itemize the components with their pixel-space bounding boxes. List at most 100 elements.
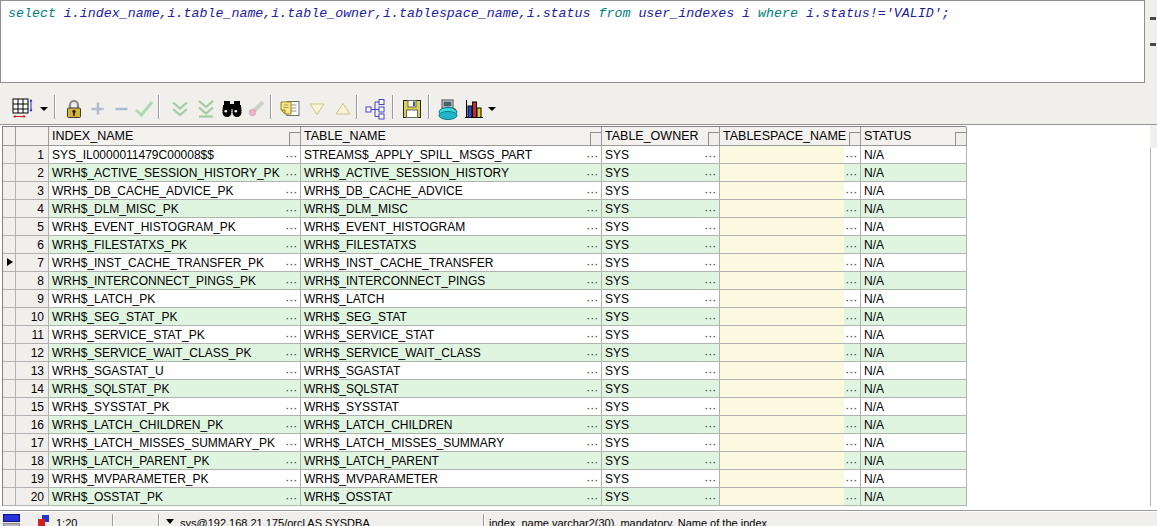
cell-ellipsis-button[interactable]: ··· bbox=[286, 473, 298, 488]
sort-ascending-icon[interactable] bbox=[331, 97, 355, 121]
cell-table-owner[interactable]: SYS··· bbox=[602, 200, 720, 218]
cell-ellipsis-button[interactable]: ··· bbox=[286, 239, 298, 254]
cell-table-owner[interactable]: SYS··· bbox=[602, 164, 720, 182]
cell-table-owner[interactable]: SYS··· bbox=[602, 182, 720, 200]
cell-tablespace-name[interactable]: ··· bbox=[720, 164, 861, 182]
cell-ellipsis-button[interactable]: ··· bbox=[587, 419, 599, 434]
cell-ellipsis-button[interactable]: ··· bbox=[286, 203, 298, 218]
cell-tablespace-name[interactable]: ··· bbox=[720, 362, 861, 380]
cell-table-name[interactable]: WRH$_LATCH_MISSES_SUMMARY··· bbox=[301, 434, 602, 452]
cell-status[interactable]: N/A bbox=[861, 236, 967, 254]
sort-button[interactable] bbox=[955, 132, 966, 145]
cell-index-name[interactable]: WRH$_SQLSTAT_PK··· bbox=[49, 380, 301, 398]
cell-ellipsis-button[interactable]: ··· bbox=[705, 329, 717, 344]
cell-index-name[interactable]: WRH$_SYSSTAT_PK··· bbox=[49, 398, 301, 416]
cell-table-name[interactable]: WRH$_LATCH_CHILDREN··· bbox=[301, 416, 602, 434]
cell-table-name[interactable]: WRH$_LATCH··· bbox=[301, 290, 602, 308]
cell-index-name[interactable]: WRH$_SERVICE_WAIT_CLASS_PK··· bbox=[49, 344, 301, 362]
cell-ellipsis-button[interactable]: ··· bbox=[286, 347, 298, 362]
cell-index-name[interactable]: WRH$_OSSTAT_PK··· bbox=[49, 488, 301, 506]
cell-index-name[interactable]: SYS_IL0000011479C00008$$··· bbox=[49, 146, 301, 164]
cell-ellipsis-button[interactable]: ··· bbox=[587, 365, 599, 380]
table-row[interactable]: 20WRH$_OSSTAT_PK···WRH$_OSSTAT···SYS····… bbox=[3, 488, 966, 506]
table-row[interactable]: 4WRH$_DLM_MISC_PK···WRH$_DLM_MISC···SYS·… bbox=[3, 200, 966, 218]
cell-ellipsis-button[interactable]: ··· bbox=[705, 365, 717, 380]
cell-ellipsis-button[interactable]: ··· bbox=[705, 473, 717, 488]
cell-ellipsis-button[interactable]: ··· bbox=[705, 437, 717, 452]
cell-ellipsis-button[interactable]: ··· bbox=[846, 311, 858, 326]
cell-status[interactable]: N/A bbox=[861, 164, 967, 182]
table-row[interactable]: 14WRH$_SQLSTAT_PK···WRH$_SQLSTAT···SYS··… bbox=[3, 380, 966, 398]
cell-index-name[interactable]: WRH$_SEG_STAT_PK··· bbox=[49, 308, 301, 326]
cell-ellipsis-button[interactable]: ··· bbox=[705, 221, 717, 236]
cell-ellipsis-button[interactable]: ··· bbox=[705, 203, 717, 218]
cell-tablespace-name[interactable]: ··· bbox=[720, 218, 861, 236]
cell-tablespace-name[interactable]: ··· bbox=[720, 416, 861, 434]
cell-index-name[interactable]: WRH$_DLM_MISC_PK··· bbox=[49, 200, 301, 218]
cell-table-name[interactable]: WRH$_ACTIVE_SESSION_HISTORY··· bbox=[301, 164, 602, 182]
cell-ellipsis-button[interactable]: ··· bbox=[286, 491, 298, 506]
cell-ellipsis-button[interactable]: ··· bbox=[705, 347, 717, 362]
column-header-status[interactable]: STATUS bbox=[861, 127, 967, 146]
highlight-icon[interactable] bbox=[244, 97, 268, 121]
cell-tablespace-name[interactable]: ··· bbox=[720, 488, 861, 506]
cell-index-name[interactable]: WRH$_EVENT_HISTOGRAM_PK··· bbox=[49, 218, 301, 236]
cell-tablespace-name[interactable]: ··· bbox=[720, 344, 861, 362]
cell-status[interactable]: N/A bbox=[861, 290, 967, 308]
cell-ellipsis-button[interactable]: ··· bbox=[705, 257, 717, 272]
cell-ellipsis-button[interactable]: ··· bbox=[286, 185, 298, 200]
cell-index-name[interactable]: WRH$_LATCH_PARENT_PK··· bbox=[49, 452, 301, 470]
cell-status[interactable]: N/A bbox=[861, 272, 967, 290]
grid-mode-dropdown-icon[interactable] bbox=[40, 107, 49, 112]
cell-table-name[interactable]: WRH$_OSSTAT··· bbox=[301, 488, 602, 506]
cell-ellipsis-button[interactable]: ··· bbox=[286, 455, 298, 470]
cell-ellipsis-button[interactable]: ··· bbox=[705, 383, 717, 398]
cell-status[interactable]: N/A bbox=[861, 416, 967, 434]
cell-tablespace-name[interactable]: ··· bbox=[720, 254, 861, 272]
cell-table-name[interactable]: WRH$_LATCH_PARENT··· bbox=[301, 452, 602, 470]
sort-button[interactable] bbox=[708, 132, 719, 145]
cell-status[interactable]: N/A bbox=[861, 488, 967, 506]
cell-table-owner[interactable]: SYS··· bbox=[602, 218, 720, 236]
cell-index-name[interactable]: WRH$_LATCH_MISSES_SUMMARY_PK··· bbox=[49, 434, 301, 452]
cell-ellipsis-button[interactable]: ··· bbox=[286, 311, 298, 326]
cell-ellipsis-button[interactable]: ··· bbox=[846, 365, 858, 380]
table-row[interactable]: 3WRH$_DB_CACHE_ADVICE_PK···WRH$_DB_CACHE… bbox=[3, 182, 966, 200]
cell-tablespace-name[interactable]: ··· bbox=[720, 182, 861, 200]
cell-table-owner[interactable]: SYS··· bbox=[602, 488, 720, 506]
cell-ellipsis-button[interactable]: ··· bbox=[846, 275, 858, 290]
table-row[interactable]: 7WRH$_INST_CACHE_TRANSFER_PK···WRH$_INST… bbox=[3, 254, 966, 272]
chart-icon[interactable] bbox=[462, 97, 486, 121]
cell-status[interactable]: N/A bbox=[861, 380, 967, 398]
cell-tablespace-name[interactable]: ··· bbox=[720, 290, 861, 308]
cell-status[interactable]: N/A bbox=[861, 398, 967, 416]
sort-button[interactable] bbox=[849, 132, 860, 145]
cell-table-name[interactable]: WRH$_DLM_MISC··· bbox=[301, 200, 602, 218]
cell-table-owner[interactable]: SYS··· bbox=[602, 326, 720, 344]
cell-ellipsis-button[interactable]: ··· bbox=[705, 419, 717, 434]
cell-index-name[interactable]: WRH$_SERVICE_STAT_PK··· bbox=[49, 326, 301, 344]
cell-table-owner[interactable]: SYS··· bbox=[602, 380, 720, 398]
cell-ellipsis-button[interactable]: ··· bbox=[846, 149, 858, 164]
connection-dropdown-icon[interactable] bbox=[166, 519, 175, 525]
cell-ellipsis-button[interactable]: ··· bbox=[587, 257, 599, 272]
cell-ellipsis-button[interactable]: ··· bbox=[846, 419, 858, 434]
cell-tablespace-name[interactable]: ··· bbox=[720, 452, 861, 470]
cell-ellipsis-button[interactable]: ··· bbox=[846, 437, 858, 452]
fetch-all-icon[interactable] bbox=[194, 97, 218, 121]
cell-index-name[interactable]: WRH$_SGASTAT_U··· bbox=[49, 362, 301, 380]
cell-index-name[interactable]: WRH$_INTERCONNECT_PINGS_PK··· bbox=[49, 272, 301, 290]
cell-ellipsis-button[interactable]: ··· bbox=[587, 455, 599, 470]
cell-tablespace-name[interactable]: ··· bbox=[720, 434, 861, 452]
cell-tablespace-name[interactable]: ··· bbox=[720, 236, 861, 254]
cell-ellipsis-button[interactable]: ··· bbox=[286, 365, 298, 380]
cell-table-owner[interactable]: SYS··· bbox=[602, 254, 720, 272]
cell-status[interactable]: N/A bbox=[861, 200, 967, 218]
cell-table-name[interactable]: WRH$_DB_CACHE_ADVICE··· bbox=[301, 182, 602, 200]
cell-table-name[interactable]: WRH$_SQLSTAT··· bbox=[301, 380, 602, 398]
cell-ellipsis-button[interactable]: ··· bbox=[846, 491, 858, 506]
cell-ellipsis-button[interactable]: ··· bbox=[846, 167, 858, 182]
cell-table-name[interactable]: WRH$_SGASTAT··· bbox=[301, 362, 602, 380]
cell-ellipsis-button[interactable]: ··· bbox=[587, 239, 599, 254]
cell-tablespace-name[interactable]: ··· bbox=[720, 308, 861, 326]
